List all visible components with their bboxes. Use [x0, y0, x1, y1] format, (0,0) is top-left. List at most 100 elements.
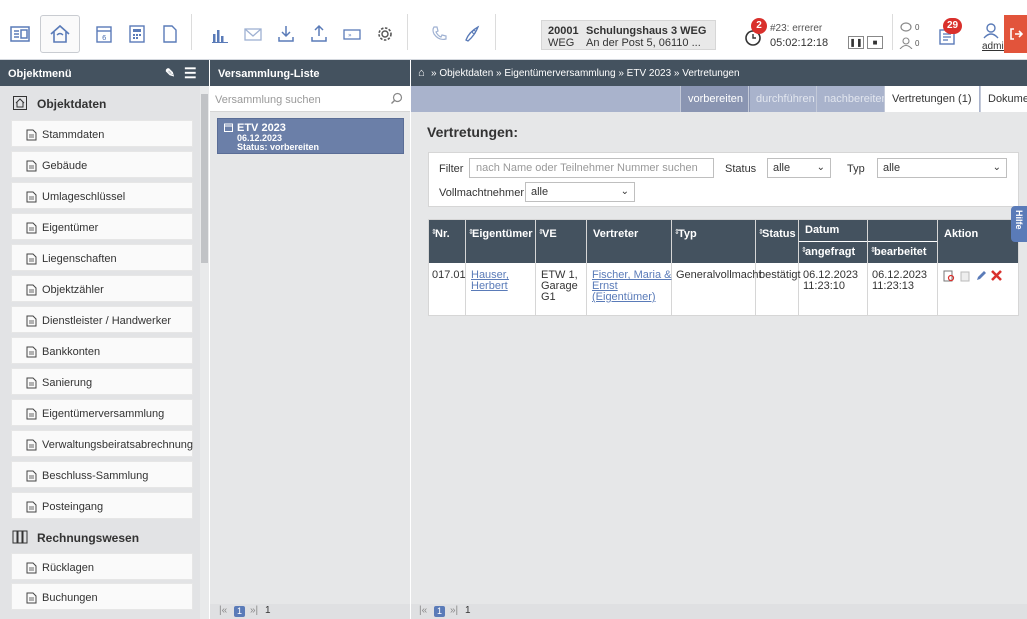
sort-icon[interactable]: ⇕	[758, 228, 764, 236]
sort-icon[interactable]: ⇕	[538, 228, 544, 236]
sort-icon[interactable]: ⇕	[431, 228, 437, 236]
breadcrumb-path[interactable]: » Objektdaten » Eigentümerversammlung » …	[431, 68, 740, 79]
user-count: 0	[915, 39, 920, 48]
upload-icon[interactable]	[306, 21, 332, 47]
col-header-requested[interactable]: angefragt	[799, 242, 867, 263]
home-button[interactable]	[40, 15, 80, 53]
menu-item-liegenschaften[interactable]: Liegenschaften	[11, 244, 193, 271]
tab-durchfuehren[interactable]: durchführen	[748, 86, 822, 112]
chevron-down-icon: ⌄	[620, 186, 629, 197]
menu-item-ruecklagen[interactable]: Rücklagen	[11, 553, 193, 580]
menu-item-buchungen[interactable]: Buchungen	[11, 583, 193, 610]
assembly-list-title: Versammlung-Liste	[218, 68, 320, 80]
sort-icon[interactable]: ⇕	[801, 246, 807, 254]
help-tab[interactable]: Hilfe	[1011, 206, 1027, 242]
menu-item-eigentuemerversammlung[interactable]: Eigentümerversammlung	[11, 399, 193, 426]
object-card-icon[interactable]	[7, 21, 33, 47]
filter-search-input[interactable]: nach Name oder Teilnehmer Nummer suchen	[469, 158, 714, 178]
section-objektdaten[interactable]: Objektdaten	[0, 88, 199, 118]
first-page-button[interactable]: |«	[219, 605, 227, 616]
type-select[interactable]: alle ⌄	[877, 158, 1007, 178]
tab-nachbereiten[interactable]: nachbereiten	[816, 86, 895, 112]
menu-toggle-icon[interactable]: ☰	[184, 65, 197, 82]
user-group-icon[interactable]	[899, 37, 913, 50]
rocket-icon[interactable]	[459, 21, 485, 47]
representation-table: Nr. Eigentümer VE Vertreter Typ Status D…	[428, 219, 1019, 316]
col-header-nr[interactable]: Nr.	[429, 220, 465, 263]
representative-link[interactable]: Fischer, Maria & Ernst (Eigentümer)	[592, 270, 671, 303]
menu-item-umlageschluessel[interactable]: Umlageschlüssel	[11, 182, 193, 209]
menu-item-dienstleister[interactable]: Dienstleister / Handwerker	[11, 306, 193, 333]
unpin-icon[interactable]: ✎	[165, 66, 175, 80]
col-header-status[interactable]: Status	[756, 220, 798, 263]
document-icon	[26, 562, 37, 574]
download-icon[interactable]	[273, 21, 299, 47]
view-pdf-icon[interactable]	[943, 270, 955, 282]
tabs-bar: vorbereiten durchführen nachbereiten Ver…	[411, 86, 1027, 112]
tab-vorbereiten[interactable]: vorbereiten	[680, 86, 751, 112]
menu-item-sanierung[interactable]: Sanierung	[11, 368, 193, 395]
sort-icon[interactable]: ⇕	[870, 246, 876, 254]
menu-item-stammdaten[interactable]: Stammdaten	[11, 120, 193, 147]
sort-icon[interactable]: ⇕	[468, 228, 474, 236]
col-header-type[interactable]: Typ	[672, 220, 755, 263]
stop-button[interactable]: ■	[867, 36, 883, 49]
col-header-owner[interactable]: Eigentümer	[466, 220, 535, 263]
tab-dokumente[interactable]: Dokumente	[980, 86, 1027, 112]
home-icon[interactable]: ⌂	[418, 67, 425, 79]
statistics-icon[interactable]	[207, 21, 233, 47]
document-icon	[26, 377, 37, 389]
pause-button[interactable]: ❚❚	[848, 36, 864, 49]
status-select[interactable]: alle ⌄	[767, 158, 831, 178]
search-icon[interactable]	[390, 92, 403, 105]
settings-icon[interactable]	[372, 21, 398, 47]
current-object-box[interactable]: 20001 WEG Schulungshaus 3 WEG An der Pos…	[541, 20, 716, 50]
first-page-button[interactable]: |«	[419, 605, 427, 616]
proxy-select[interactable]: alle ⌄	[525, 182, 635, 202]
menu-item-bankkonten[interactable]: Bankkonten	[11, 337, 193, 364]
menu-item-posteingang[interactable]: Posteingang	[11, 492, 193, 519]
edit-icon[interactable]	[975, 270, 987, 282]
cell-nr: 017.01	[432, 269, 466, 281]
menu-item-eigentuemer[interactable]: Eigentümer	[11, 213, 193, 240]
assembly-status: Status: vorbereiten	[237, 142, 320, 152]
mail-icon[interactable]	[240, 21, 266, 47]
menu-item-beschluss-sammlung[interactable]: Beschluss-Sammlung	[11, 461, 193, 488]
last-page-button[interactable]: »|	[450, 605, 458, 616]
house-icon	[50, 24, 70, 43]
copy-icon[interactable]	[959, 270, 971, 282]
assembly-card[interactable]: ETV 2023 06.12.2023 Status: vorbereiten	[217, 118, 404, 154]
section-rechnungswesen[interactable]: Rechnungswesen	[0, 522, 199, 552]
document-icon	[26, 592, 37, 604]
document-icon	[26, 129, 37, 141]
menu-item-objektzaehler[interactable]: Objektzähler	[11, 275, 193, 302]
col-header-processed[interactable]: bearbeitet	[868, 242, 937, 263]
owner-link[interactable]: Hauser, Herbert	[471, 270, 509, 292]
copy-icon[interactable]	[157, 21, 183, 47]
delete-icon[interactable]	[990, 269, 1003, 282]
menu-scrollbar[interactable]	[200, 86, 209, 619]
timer-name: #23: errerer	[770, 23, 823, 34]
phone-icon[interactable]	[426, 21, 452, 47]
task-icon[interactable]	[899, 21, 913, 33]
current-page[interactable]: 1	[234, 606, 245, 617]
menu-item-verwaltungsbeiratsabrechnung[interactable]: Verwaltungsbeiratsabrechnung	[11, 430, 193, 457]
object-address: An der Post 5, 06110 ...	[586, 37, 701, 49]
tab-vertretungen[interactable]: Vertretungen (1)	[884, 86, 979, 112]
assembly-list: Versammlung suchen ETV 2023 06.12.2023 S…	[210, 86, 410, 604]
ticket-icon[interactable]: »	[339, 21, 365, 47]
menu-scrollbar-thumb[interactable]	[201, 94, 208, 263]
task-count: 0	[915, 23, 920, 32]
representation-pager: |« 1 »| 1	[411, 604, 1027, 619]
assembly-search-input[interactable]: Versammlung suchen	[210, 86, 410, 112]
calculator-icon[interactable]	[124, 21, 150, 47]
breadcrumb: ⌂ » Objektdaten » Eigentümerversammlung …	[411, 60, 1027, 86]
sort-icon[interactable]: ⇕	[674, 228, 680, 236]
current-page[interactable]: 1	[434, 606, 445, 617]
calendar-icon[interactable]: 6	[91, 21, 117, 47]
last-page-button[interactable]: »|	[250, 605, 258, 616]
col-header-ve[interactable]: VE	[536, 220, 586, 263]
menu-item-gebaeude[interactable]: Gebäude	[11, 151, 193, 178]
logout-button[interactable]	[1004, 15, 1027, 53]
document-icon	[26, 408, 37, 420]
